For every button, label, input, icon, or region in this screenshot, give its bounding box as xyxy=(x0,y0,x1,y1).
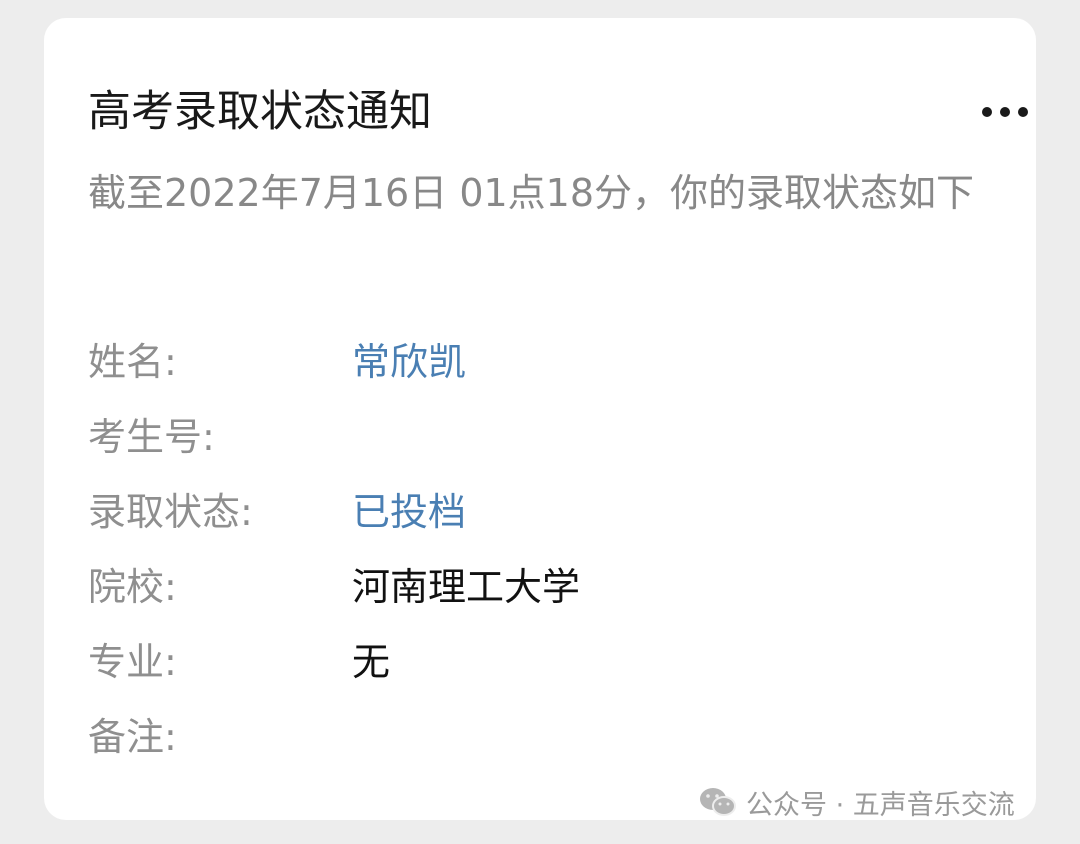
field-row-admission-status: 录取状态: 已投档 xyxy=(88,484,988,540)
card-title: 高考录取状态通知 xyxy=(88,87,432,137)
more-dot-icon xyxy=(982,107,992,117)
status-timestamp-text: 截至2022年7月16日 01点18分，你的录取状态如下 xyxy=(88,171,975,215)
watermark: 公众号 · 五声音乐交流 xyxy=(698,782,1015,822)
field-value-school: 河南理工大学 xyxy=(352,565,581,609)
field-label-admission-status: 录取状态: xyxy=(88,490,253,534)
field-row-major: 专业: 无 xyxy=(88,634,988,690)
field-row-remarks: 备注: xyxy=(88,709,988,765)
admission-status-card: 高考录取状态通知 截至2022年7月16日 01点18分，你的录取状态如下 姓名… xyxy=(44,18,1036,820)
field-value-name[interactable]: 常欣凯 xyxy=(352,334,466,390)
field-value-major: 无 xyxy=(352,640,391,684)
field-label-school: 院校: xyxy=(88,565,177,609)
field-row-exam-number: 考生号: xyxy=(88,409,988,465)
field-label-major: 专业: xyxy=(88,640,177,684)
field-row-school: 院校: 河南理工大学 xyxy=(88,559,988,615)
field-label-remarks: 备注: xyxy=(88,715,177,759)
wechat-icon xyxy=(698,785,738,819)
field-label-exam-number: 考生号: xyxy=(88,415,215,459)
watermark-text: 公众号 · 五声音乐交流 xyxy=(746,789,1015,821)
field-label-name: 姓名: xyxy=(88,340,177,384)
field-row-name: 姓名: 常欣凯 xyxy=(88,334,988,390)
more-options-button[interactable] xyxy=(972,90,1038,134)
more-dot-icon xyxy=(1000,107,1010,117)
more-dot-icon xyxy=(1018,107,1028,117)
field-value-admission-status[interactable]: 已投档 xyxy=(352,484,466,540)
